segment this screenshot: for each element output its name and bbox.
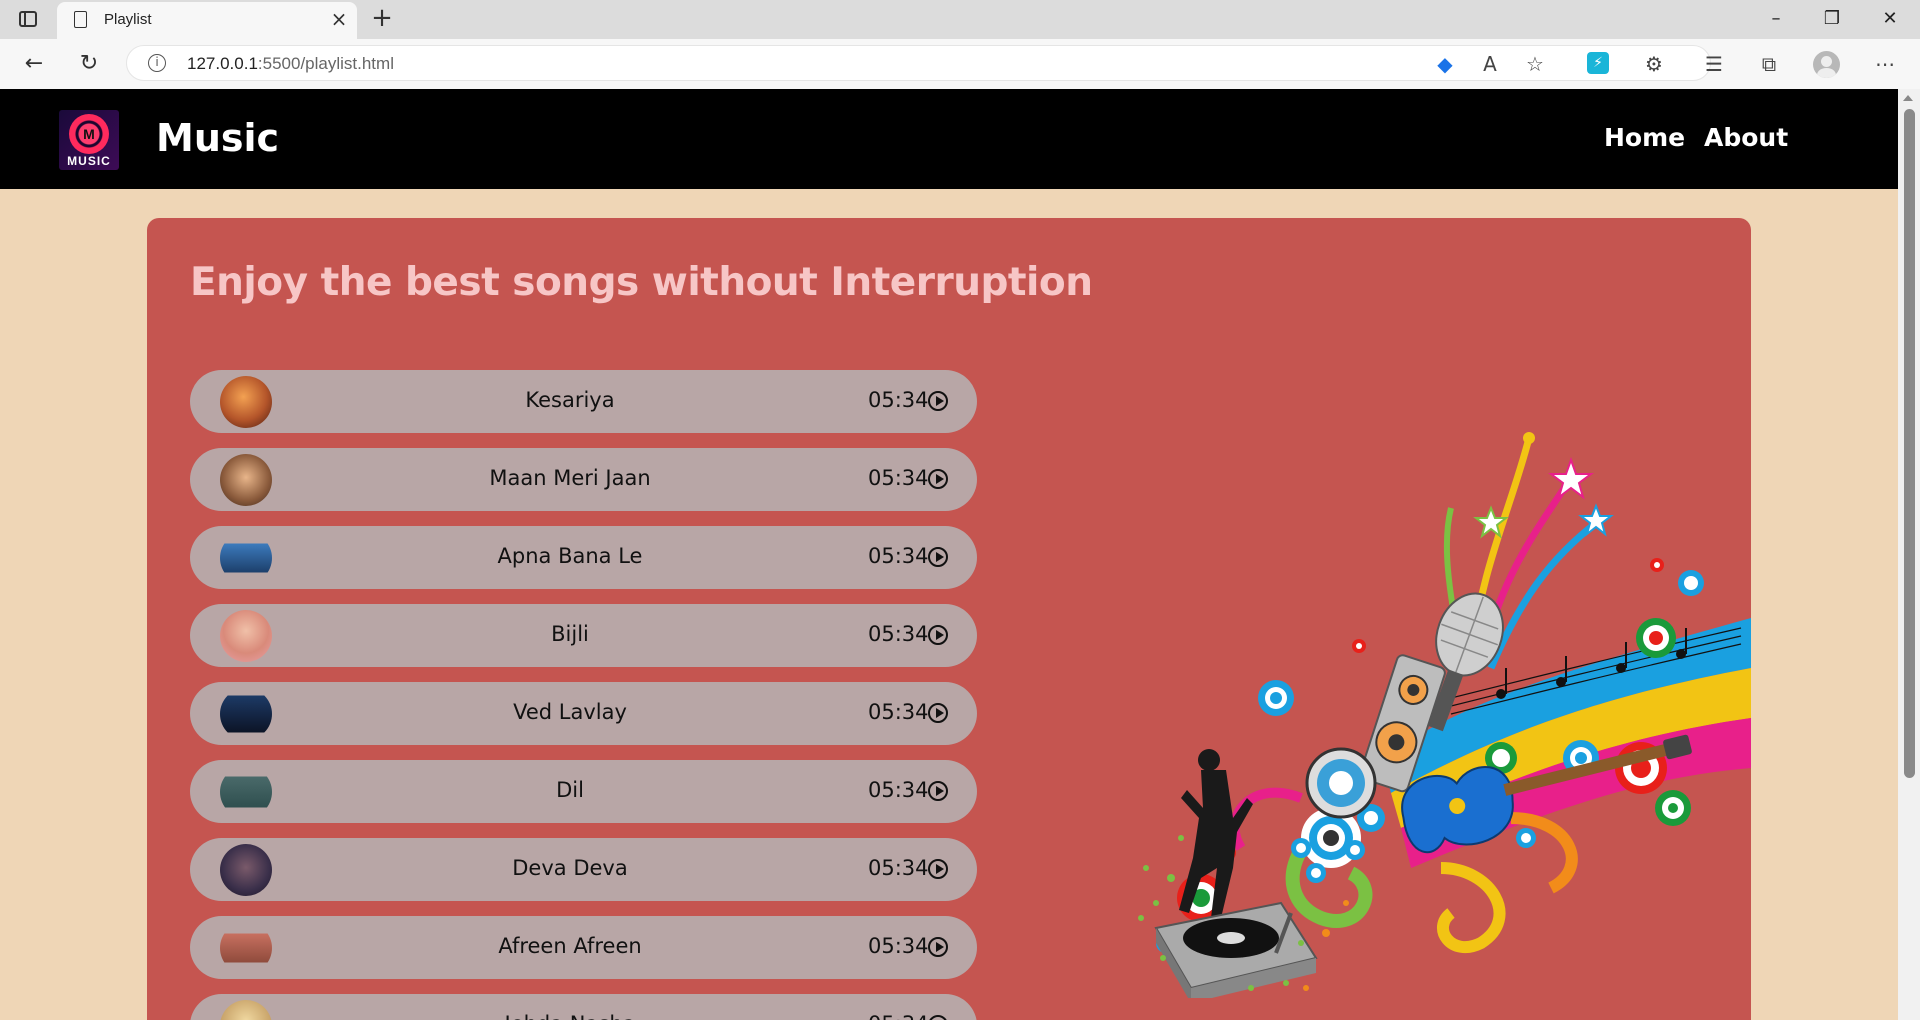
play-icon[interactable] (928, 703, 948, 723)
site-navbar: M MUSIC Music Home About (0, 89, 1898, 189)
song-title: Deva Deva (512, 856, 628, 880)
play-icon[interactable] (928, 625, 948, 645)
extension-icon[interactable]: ⚡ (1587, 52, 1609, 74)
tab-title: Playlist (104, 11, 152, 28)
address-bar: ← ↻ i 127.0.0.1:5500/playlist.html ◆ A ☆… (0, 39, 1920, 90)
page-viewport: M MUSIC Music Home About Enjoy the best … (0, 89, 1898, 1020)
url-text: 127.0.0.1:5500/playlist.html (187, 54, 394, 73)
song-item[interactable]: Kesariya 05:34 (190, 370, 977, 433)
collections-icon[interactable]: ⧉ (1757, 52, 1781, 76)
song-item[interactable]: Dil 05:34 (190, 760, 977, 823)
music-illustration (1138, 432, 1751, 998)
music-logo[interactable]: M MUSIC (59, 110, 119, 170)
nav-about-link[interactable]: About (1704, 123, 1788, 152)
logo-letter: M (83, 126, 95, 142)
playlist-card: Enjoy the best songs without Interruptio… (147, 218, 1751, 1020)
minimize-icon[interactable]: – (1754, 6, 1798, 32)
site-brand[interactable]: Music (156, 116, 279, 160)
play-icon[interactable] (928, 859, 948, 879)
play-icon[interactable] (928, 937, 948, 957)
tag-icon[interactable]: ◆ (1433, 52, 1457, 76)
restore-icon[interactable]: ❐ (1810, 6, 1854, 32)
song-item[interactable]: Jehda Nasha 05:34 (190, 994, 977, 1020)
extensions-icon[interactable]: ⚙ (1642, 52, 1666, 76)
profile-avatar[interactable] (1813, 51, 1840, 78)
browser-tab[interactable]: Playlist × (57, 2, 357, 39)
song-title: Apna Bana Le (497, 544, 643, 568)
site-info-icon[interactable]: i (148, 54, 166, 72)
close-tab-icon[interactable]: × (327, 7, 351, 31)
song-item[interactable]: Ved Lavlay 05:34 (190, 682, 977, 745)
song-title: Ved Lavlay (513, 700, 627, 724)
song-item[interactable]: Afreen Afreen 05:34 (190, 916, 977, 979)
song-title: Maan Meri Jaan (489, 466, 651, 490)
refresh-icon[interactable]: ↻ (75, 50, 103, 78)
song-title: Kesariya (525, 388, 615, 412)
scroll-up-arrow[interactable] (1903, 95, 1913, 101)
back-icon[interactable]: ← (20, 50, 48, 78)
song-duration: 05:34 (868, 1012, 929, 1020)
nav-home-link[interactable]: Home (1604, 123, 1685, 152)
song-item[interactable]: Maan Meri Jaan 05:34 (190, 448, 977, 511)
song-title: Dil (556, 778, 584, 802)
song-item[interactable]: Apna Bana Le 05:34 (190, 526, 977, 589)
play-icon[interactable] (928, 781, 948, 801)
play-icon[interactable] (928, 469, 948, 489)
song-duration: 05:34 (868, 544, 929, 568)
song-duration: 05:34 (868, 778, 929, 802)
scrollbar[interactable] (1898, 89, 1920, 1020)
song-duration: 05:34 (868, 934, 929, 958)
song-item[interactable]: Deva Deva 05:34 (190, 838, 977, 901)
play-icon[interactable] (928, 547, 948, 567)
play-icon[interactable] (928, 391, 948, 411)
song-duration: 05:34 (868, 622, 929, 646)
logo-text: MUSIC (67, 154, 111, 168)
tab-actions-icon[interactable] (19, 11, 37, 27)
read-aloud-icon[interactable]: A (1478, 52, 1502, 76)
song-item[interactable]: Bijli 05:34 (190, 604, 977, 667)
browser-tab-strip: Playlist × + – ❐ ✕ (0, 0, 1920, 39)
close-window-icon[interactable]: ✕ (1868, 6, 1912, 32)
scrollbar-thumb[interactable] (1904, 109, 1915, 778)
song-duration: 05:34 (868, 700, 929, 724)
song-duration: 05:34 (868, 856, 929, 880)
song-duration: 05:34 (868, 466, 929, 490)
new-tab-icon[interactable]: + (368, 4, 396, 32)
more-menu-icon[interactable]: ⋯ (1873, 52, 1897, 76)
page-heading: Enjoy the best songs without Interruptio… (190, 260, 1093, 305)
song-title: Jehda Nasha (190, 1012, 950, 1020)
song-duration: 05:34 (868, 388, 929, 412)
song-title: Afreen Afreen (498, 934, 642, 958)
page-icon (74, 11, 87, 28)
favorites-icon[interactable]: ☰ (1702, 52, 1726, 76)
url-field[interactable]: i 127.0.0.1:5500/playlist.html (126, 45, 1711, 81)
add-favorite-icon[interactable]: ☆ (1523, 52, 1547, 76)
song-title: Bijli (551, 622, 589, 646)
